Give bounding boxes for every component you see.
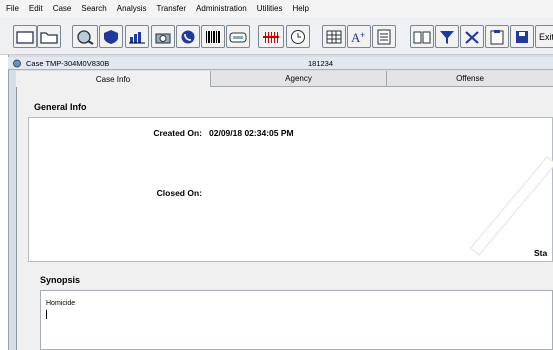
chart-button[interactable] <box>125 25 149 48</box>
menu-administration[interactable]: Administration <box>191 0 252 17</box>
barcode-button[interactable] <box>201 25 225 48</box>
case-tabs: Case Info Agency Offense <box>16 71 553 87</box>
bar-chart-icon <box>129 31 145 43</box>
text-caret <box>46 310 47 319</box>
menu-help[interactable]: Help <box>288 0 314 17</box>
clock-icon <box>291 29 305 44</box>
created-on-value: 02/09/18 02:34:05 PM <box>209 128 294 138</box>
clipboard-button[interactable] <box>485 25 509 48</box>
open-book-icon <box>413 31 431 43</box>
blank-document-icon <box>16 30 34 44</box>
id-card-icon <box>229 32 247 42</box>
menu-utilities[interactable]: Utilities <box>252 0 288 17</box>
tab-offense[interactable]: Offense <box>387 71 553 87</box>
menu-file[interactable]: File <box>1 0 24 17</box>
tab-case-info-label: Case Info <box>95 74 131 84</box>
save-button[interactable] <box>510 25 534 48</box>
tools-button[interactable] <box>460 25 484 48</box>
closed-on-label: Closed On: <box>156 188 202 198</box>
status-label: Sta <box>534 248 548 258</box>
badge-button[interactable] <box>99 25 123 48</box>
lineup-button[interactable] <box>258 25 284 48</box>
exit-label: Exit <box>539 31 553 42</box>
general-info-panel: Created On: 02/09/18 02:34:05 PM Closed … <box>28 117 553 262</box>
case-number: 181234 <box>308 59 334 68</box>
magnifier-icon <box>77 29 94 45</box>
tab-agency[interactable]: Agency <box>211 71 387 87</box>
new-case-button[interactable] <box>13 25 37 48</box>
menu-search[interactable]: Search <box>76 0 111 17</box>
created-on-label: Created On: <box>153 128 202 138</box>
filter-button[interactable] <box>435 25 459 48</box>
toolbar: A + Exit <box>0 17 553 55</box>
clipboard-icon <box>490 29 504 44</box>
menu-case[interactable]: Case <box>48 0 77 17</box>
camera-button[interactable] <box>151 25 175 48</box>
table-grid-icon <box>326 30 342 43</box>
text-plus-icon: A + <box>351 30 365 45</box>
floppy-disk-icon <box>516 30 528 43</box>
table-button[interactable] <box>322 25 346 48</box>
menu-bar: File Edit Case Search Analysis Transfer … <box>0 0 553 17</box>
document-lines-icon <box>377 29 391 44</box>
menu-analysis[interactable]: Analysis <box>112 0 152 17</box>
lineup-bars-icon <box>263 31 279 43</box>
clock-button[interactable] <box>286 25 310 48</box>
case-window-icon <box>12 59 22 70</box>
add-text-button[interactable]: A + <box>347 25 371 48</box>
case-title: Case TMP-304M0V830B <box>26 59 110 68</box>
evidence-button[interactable] <box>72 25 98 48</box>
shield-icon <box>104 29 118 44</box>
synopsis-textarea[interactable]: Homicide <box>40 290 553 350</box>
tab-case-info[interactable]: Case Info <box>16 71 211 87</box>
svg-text:+: + <box>360 30 365 40</box>
filter-funnel-icon <box>440 30 454 44</box>
folder-icon <box>40 31 58 44</box>
tools-icon <box>465 30 479 44</box>
camera-icon <box>155 33 171 43</box>
tab-agency-label: Agency <box>285 74 312 83</box>
book-button[interactable] <box>410 25 434 48</box>
phone-button[interactable] <box>176 25 200 48</box>
synopsis-header: Synopsis <box>40 275 81 285</box>
id-card-button[interactable] <box>226 25 250 48</box>
phone-icon <box>181 30 195 43</box>
synopsis-text: Homicide <box>46 300 76 307</box>
menu-edit[interactable]: Edit <box>24 0 48 17</box>
menu-transfer[interactable]: Transfer <box>152 0 192 17</box>
exit-button[interactable]: Exit <box>535 25 553 48</box>
open-case-button[interactable] <box>37 25 61 48</box>
general-info-header: General Info <box>34 102 87 112</box>
report-button[interactable] <box>372 25 396 48</box>
tab-offense-label: Offense <box>456 74 484 83</box>
case-window-titlebar[interactable]: Case TMP-304M0V830B 181234 <box>8 57 553 70</box>
barcode-icon <box>206 30 220 43</box>
